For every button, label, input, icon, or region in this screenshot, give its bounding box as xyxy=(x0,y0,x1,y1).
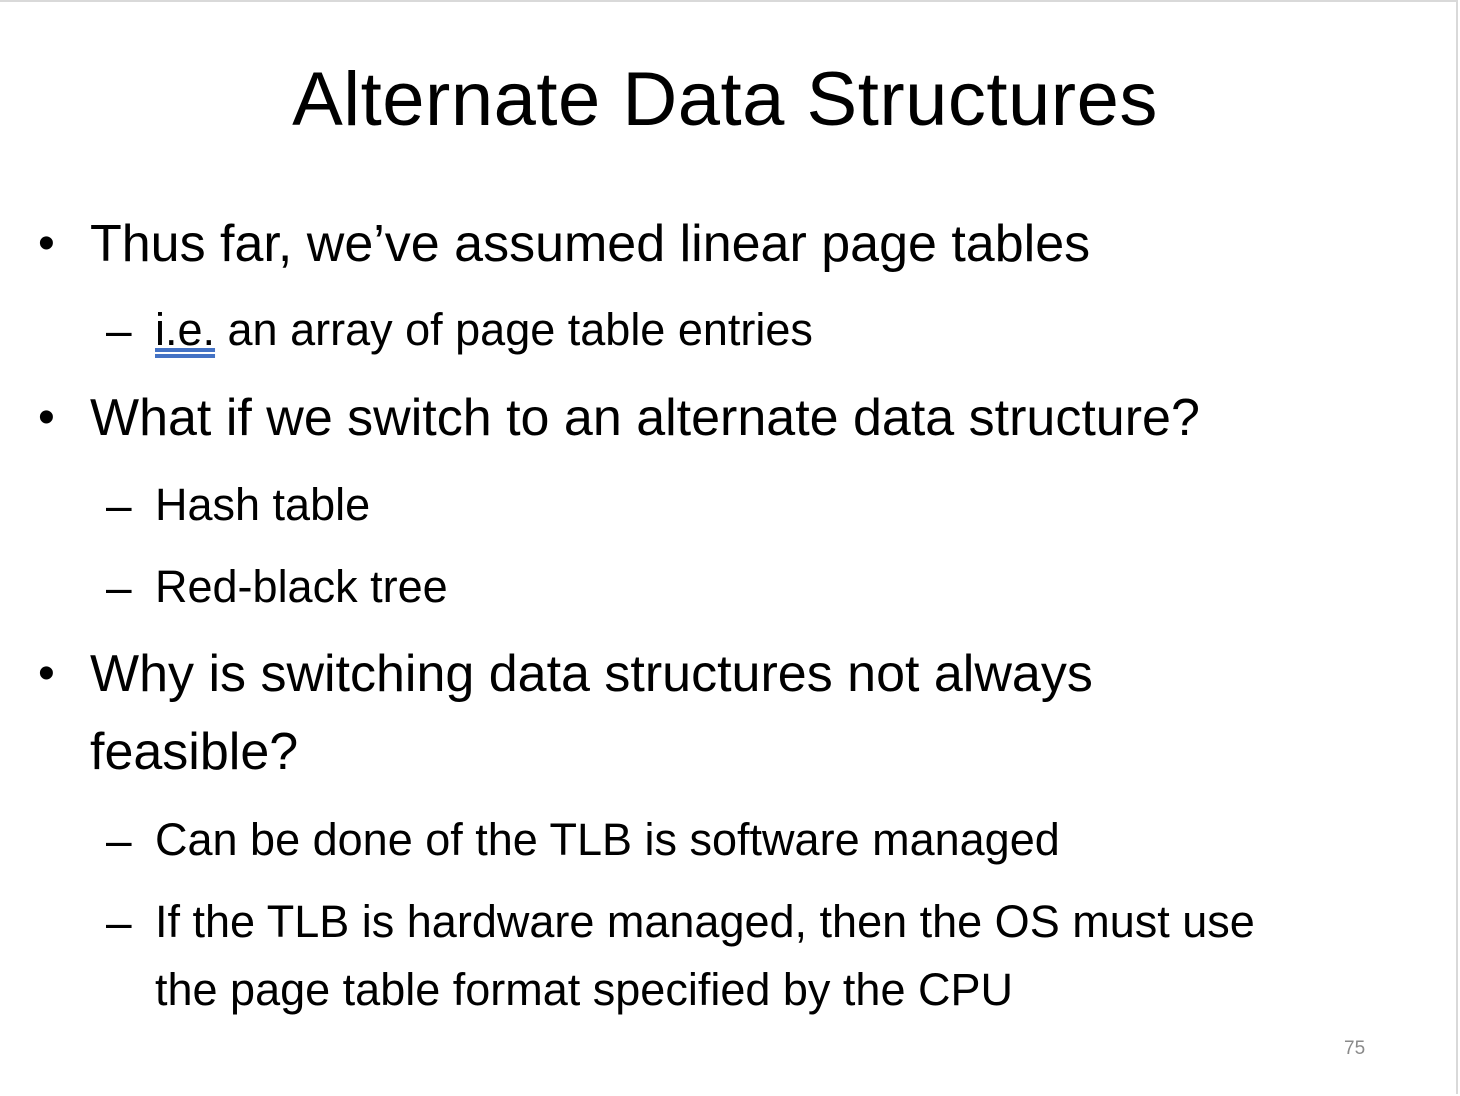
slide: Alternate Data Structures • Thus far, we… xyxy=(0,0,1458,1094)
bullet-3-sub-2-line-2: the page table format specified by the C… xyxy=(155,964,1013,1015)
bullet-2-sub-2: Red-black tree xyxy=(155,561,448,612)
dash-icon: – xyxy=(106,896,132,948)
bullet-3-sub-1: Can be done of the TLB is software manag… xyxy=(155,814,1060,865)
bullet-1-sub-1-text: an array of page table entries xyxy=(215,304,813,355)
dash-icon: – xyxy=(106,304,132,356)
bullet-dot-icon: • xyxy=(38,647,55,700)
slide-title: Alternate Data Structures xyxy=(292,57,1158,142)
bullet-dot-icon: • xyxy=(38,217,55,270)
bullet-2-text: What if we switch to an alternate data s… xyxy=(90,389,1200,447)
bullet-1-sub-1: i.e. an array of page table entries xyxy=(155,302,813,358)
bullet-3-text-line-2: feasible? xyxy=(90,723,299,781)
bullet-2-sub-1: Hash table xyxy=(155,479,371,530)
bullet-3-sub-2-line-1: If the TLB is hardware managed, then the… xyxy=(155,896,1255,947)
bullet-dot-icon: • xyxy=(38,391,55,444)
dash-icon: – xyxy=(106,814,132,866)
bullet-1-text: Thus far, we’ve assumed linear page tabl… xyxy=(90,215,1091,273)
bullet-3-text-line-1: Why is switching data structures not alw… xyxy=(90,645,1093,703)
dash-icon: – xyxy=(106,479,132,531)
page-number: 75 xyxy=(1344,1038,1366,1059)
ie-link[interactable]: i.e. xyxy=(155,304,215,355)
dash-icon: – xyxy=(106,561,132,613)
